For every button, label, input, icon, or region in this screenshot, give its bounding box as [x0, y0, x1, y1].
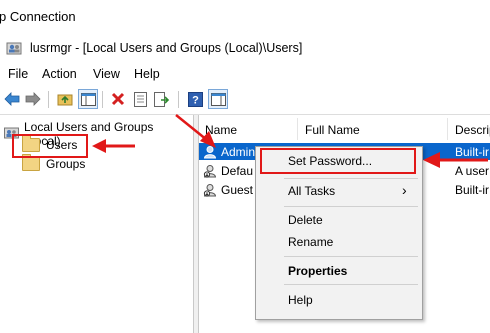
menu-separator	[284, 256, 418, 257]
tree-item-groups[interactable]: Groups	[22, 154, 86, 171]
mmc-window-title: lusrmgr - [Local Users and Groups (Local…	[30, 41, 303, 55]
show-hide-action-pane-icon[interactable]	[208, 89, 228, 109]
toolbar: ?	[0, 86, 490, 115]
user-disabled-icon	[203, 164, 217, 178]
annotation-highlight-set-password	[260, 148, 416, 174]
up-folder-icon[interactable]	[56, 90, 74, 108]
user-icon	[203, 145, 217, 158]
column-header-name[interactable]: Name	[205, 123, 237, 137]
tree-item-groups-label: Groups	[46, 157, 86, 171]
user-description: A user	[455, 163, 490, 178]
help-icon[interactable]: ?	[186, 90, 204, 108]
folder-icon	[22, 154, 40, 171]
toolbar-separator	[178, 91, 179, 108]
column-header-full-name[interactable]: Full Name	[305, 123, 360, 137]
menu-item-label: Delete	[288, 213, 323, 227]
toolbar-separator	[102, 91, 103, 108]
menu-bar: File Action View Help	[0, 62, 490, 86]
delete-icon[interactable]	[109, 90, 127, 108]
menu-item-all-tasks[interactable]: All Tasks ›	[256, 180, 422, 202]
menu-action[interactable]: Action	[42, 67, 77, 81]
column-separator[interactable]	[297, 118, 298, 140]
menu-help[interactable]: Help	[134, 67, 160, 81]
forward-arrow-icon[interactable]	[24, 90, 42, 108]
user-disabled-icon	[203, 183, 217, 197]
menu-item-label: Help	[288, 293, 313, 307]
remote-desktop-title: p Connection	[0, 9, 76, 24]
user-name: Admin	[221, 144, 256, 159]
menu-item-properties[interactable]: Properties	[256, 260, 422, 282]
user-name: Defau	[221, 163, 254, 178]
svg-text:?: ?	[192, 94, 199, 106]
menu-file[interactable]: File	[8, 67, 28, 81]
user-description: Built-ir	[455, 144, 490, 159]
users-app-icon	[6, 42, 22, 55]
show-hide-tree-icon[interactable]	[78, 89, 98, 109]
mmc-titlebar: lusrmgr - [Local Users and Groups (Local…	[0, 36, 490, 62]
annotation-highlight-users	[12, 134, 88, 158]
properties-icon[interactable]	[131, 90, 149, 108]
user-description: Built-ir	[455, 182, 490, 197]
menu-item-label: Rename	[288, 235, 334, 249]
toolbar-separator	[48, 91, 49, 108]
menu-item-label: All Tasks	[288, 184, 336, 198]
submenu-arrow-icon: ›	[402, 182, 407, 198]
export-list-icon[interactable]	[153, 90, 171, 108]
remote-desktop-titlebar: p Connection	[0, 0, 490, 36]
column-header-description[interactable]: Descrip	[455, 123, 490, 137]
menu-view[interactable]: View	[93, 67, 120, 81]
menu-separator	[284, 206, 418, 207]
back-arrow-icon[interactable]	[3, 90, 21, 108]
column-separator[interactable]	[447, 118, 448, 140]
menu-separator	[284, 284, 418, 285]
menu-separator	[284, 178, 418, 179]
menu-item-delete[interactable]: Delete	[256, 209, 422, 231]
menu-item-label: Properties	[288, 264, 348, 278]
menu-item-help[interactable]: Help	[256, 289, 422, 311]
user-name: Guest	[221, 182, 254, 197]
menu-item-rename[interactable]: Rename	[256, 231, 422, 253]
